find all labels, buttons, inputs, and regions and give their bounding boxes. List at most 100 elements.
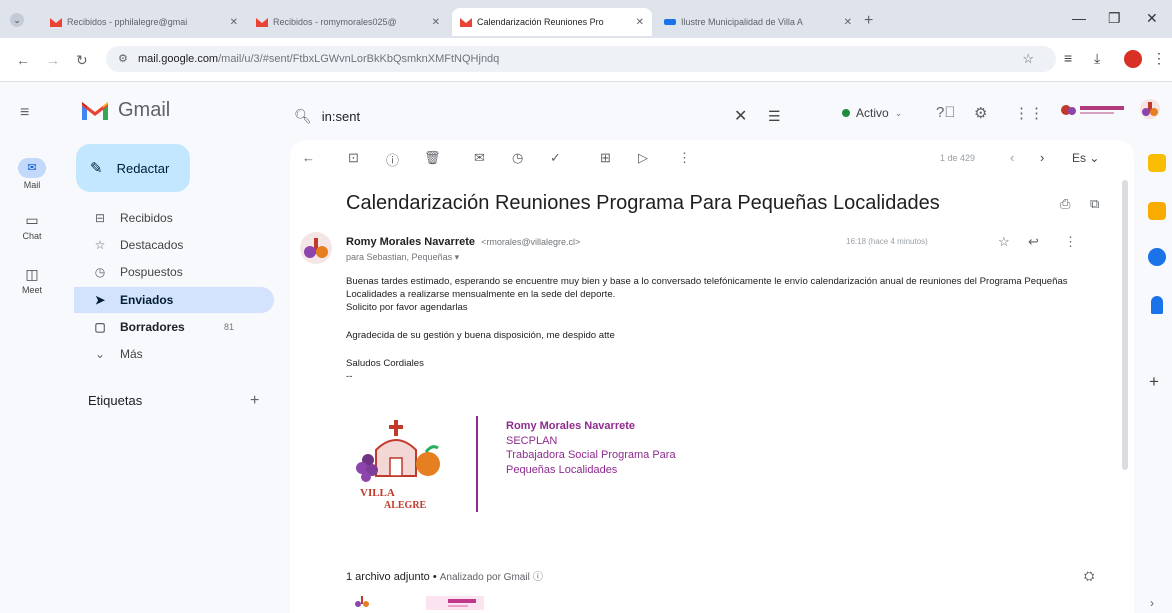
- url-field[interactable]: ⚙ mail.google.com/mail/u/3/#sent/FtbxLGW…: [106, 46, 1056, 72]
- status-dot-icon: [842, 109, 850, 117]
- older-icon[interactable]: ‹: [1010, 150, 1014, 165]
- help-icon[interactable]: ?⃝: [936, 104, 956, 121]
- download-icon[interactable]: ⤓: [1094, 50, 1100, 67]
- attachment-thumbnail-icon[interactable]: [354, 596, 370, 608]
- close-tab-icon[interactable]: ✕: [426, 17, 440, 28]
- new-tab-icon[interactable]: +: [864, 12, 873, 30]
- tasks-icon[interactable]: [1148, 248, 1166, 266]
- star-icon: ☆: [94, 238, 106, 252]
- signature-divider: [476, 416, 478, 512]
- sidebar-item-destacados[interactable]: ☆ Destacados: [74, 232, 274, 258]
- forward-icon[interactable]: →: [46, 52, 60, 68]
- sidebar-item-mas[interactable]: ⌄ Más: [74, 341, 274, 367]
- rail-chat[interactable]: ▭ Chat: [10, 212, 54, 241]
- search-bar[interactable]: 🔍︎ in:sent ✕ ☰: [288, 96, 808, 136]
- tab-title: Recibidos - romymorales025@: [273, 17, 397, 27]
- star-icon[interactable]: ☆: [998, 234, 1010, 250]
- rail-mail[interactable]: ✉ Mail: [10, 158, 54, 190]
- sidebar-item-label: Enviados: [120, 293, 174, 307]
- search-options-icon[interactable]: ☰: [768, 108, 781, 125]
- sender-name[interactable]: Romy Morales Navarrete: [346, 236, 475, 248]
- browser-tab[interactable]: Ilustre Municipalidad de Villa A ✕: [656, 8, 860, 36]
- keep-icon[interactable]: [1148, 202, 1166, 220]
- attachment-preview[interactable]: [426, 596, 484, 610]
- signature-role-line1: Trabajadora Social Programa Para: [506, 449, 676, 461]
- chevron-down-icon: ⌄: [94, 347, 106, 361]
- main-menu-icon[interactable]: ≡: [20, 104, 29, 122]
- apps-grid-icon[interactable]: ⋮⋮: [1014, 104, 1044, 122]
- show-side-panel-icon[interactable]: ›: [1150, 596, 1154, 610]
- browser-tab[interactable]: Recibidos - pphilalegre@gmai ✕: [42, 8, 246, 36]
- clear-search-icon[interactable]: ✕: [734, 106, 747, 126]
- open-new-window-icon[interactable]: ⧉: [1090, 196, 1099, 212]
- recipients-toggle[interactable]: para Sebastian, Pequeñas ▾: [346, 252, 459, 263]
- print-icon[interactable]: ⎙: [1060, 196, 1070, 212]
- sidebar-item-enviados[interactable]: ➤ Enviados: [74, 287, 274, 313]
- close-window-icon[interactable]: ✕: [1146, 10, 1158, 27]
- close-tab-icon[interactable]: ✕: [630, 17, 644, 28]
- sidebar-item-label: Más: [120, 347, 143, 361]
- villa-alegre-avatar-icon: [304, 238, 328, 258]
- snooze-icon[interactable]: ◷: [512, 150, 523, 166]
- add-task-icon[interactable]: ✓: [550, 150, 561, 166]
- bookmark-star-icon[interactable]: ☆: [1022, 46, 1034, 72]
- search-input[interactable]: in:sent: [322, 109, 360, 124]
- calendar-icon[interactable]: [1148, 154, 1166, 172]
- sidebar-item-recibidos[interactable]: ⊟ Recibidos: [74, 205, 274, 231]
- close-tab-icon[interactable]: ✕: [838, 17, 852, 28]
- tab-search-button[interactable]: ⌄: [10, 13, 24, 27]
- compose-button[interactable]: ✎ Redactar: [76, 144, 190, 192]
- rail-label: Meet: [21, 285, 42, 295]
- close-tab-icon[interactable]: ✕: [224, 17, 238, 28]
- input-language-selector[interactable]: Es ⌄: [1072, 151, 1099, 165]
- add-to-drive-icon[interactable]: ⛭: [1084, 568, 1094, 584]
- info-icon[interactable]: ⓘ: [533, 572, 543, 583]
- sidebar-item-label: Pospuestos: [120, 265, 183, 279]
- reading-list-icon[interactable]: ≡: [1064, 50, 1072, 66]
- scrollbar[interactable]: [1122, 180, 1128, 470]
- gmail-logo[interactable]: Gmail: [80, 98, 170, 122]
- status-indicator[interactable]: Activo ⌄: [842, 106, 902, 120]
- sender-avatar[interactable]: [300, 232, 332, 264]
- sidebar-item-borradores[interactable]: ▢ Borradores 81: [74, 314, 274, 340]
- status-label: Activo: [856, 106, 889, 120]
- browser-tab[interactable]: Recibidos - romymorales025@ ✕: [248, 8, 448, 36]
- newer-icon[interactable]: ›: [1040, 150, 1044, 165]
- get-addons-icon[interactable]: +: [1149, 372, 1159, 392]
- report-spam-icon[interactable]: ⓘ: [386, 150, 399, 169]
- send-icon: ➤: [94, 293, 106, 307]
- villa-alegre-brand-logo[interactable]: [1060, 102, 1128, 118]
- rail-meet[interactable]: ◫ Meet: [10, 266, 54, 295]
- pencil-icon: ✎: [90, 160, 103, 177]
- clock-icon: ◷: [94, 265, 106, 279]
- villa-alegre-logo: VILLA ALEGRE: [356, 420, 440, 511]
- reply-icon[interactable]: ↩: [1028, 234, 1039, 250]
- minimize-icon[interactable]: —: [1072, 10, 1086, 26]
- restore-icon[interactable]: ❐: [1108, 10, 1121, 27]
- more-options-icon[interactable]: ⋮: [678, 150, 691, 166]
- add-label-icon[interactable]: +: [250, 392, 259, 410]
- browser-profile-avatar[interactable]: [1124, 50, 1142, 68]
- search-icon[interactable]: 🔍︎: [294, 108, 312, 125]
- reload-icon[interactable]: ↻: [76, 52, 88, 69]
- site-info-icon[interactable]: ⚙: [118, 46, 128, 72]
- browser-tab-active[interactable]: Calendarización Reuniones Pro ✕: [452, 8, 652, 36]
- message-more-icon[interactable]: ⋮: [1064, 234, 1077, 250]
- label-icon[interactable]: ▷: [638, 150, 648, 166]
- account-avatar-logo[interactable]: [1138, 98, 1162, 120]
- settings-gear-icon[interactable]: ⚙: [974, 104, 987, 122]
- browser-menu-icon[interactable]: ⋮: [1152, 50, 1166, 67]
- delete-icon[interactable]: 🗑︎: [424, 150, 441, 166]
- contacts-icon[interactable]: [1151, 296, 1163, 314]
- archive-icon[interactable]: ⊡: [348, 150, 359, 166]
- move-to-icon[interactable]: ⊞: [600, 150, 611, 166]
- labels-heading: Etiquetas: [88, 393, 143, 408]
- rail-label: Mail: [23, 180, 41, 190]
- mark-unread-icon[interactable]: ✉: [474, 150, 485, 166]
- body-paragraph: --: [346, 371, 353, 382]
- back-to-list-icon[interactable]: ←: [302, 150, 315, 165]
- compose-label: Redactar: [116, 160, 170, 176]
- back-icon[interactable]: ←: [16, 52, 30, 68]
- sidebar-item-pospuestos[interactable]: ◷ Pospuestos: [74, 259, 274, 285]
- browser-tab-strip: ⌄ Recibidos - pphilalegre@gmai ✕ Recibid…: [0, 0, 1172, 38]
